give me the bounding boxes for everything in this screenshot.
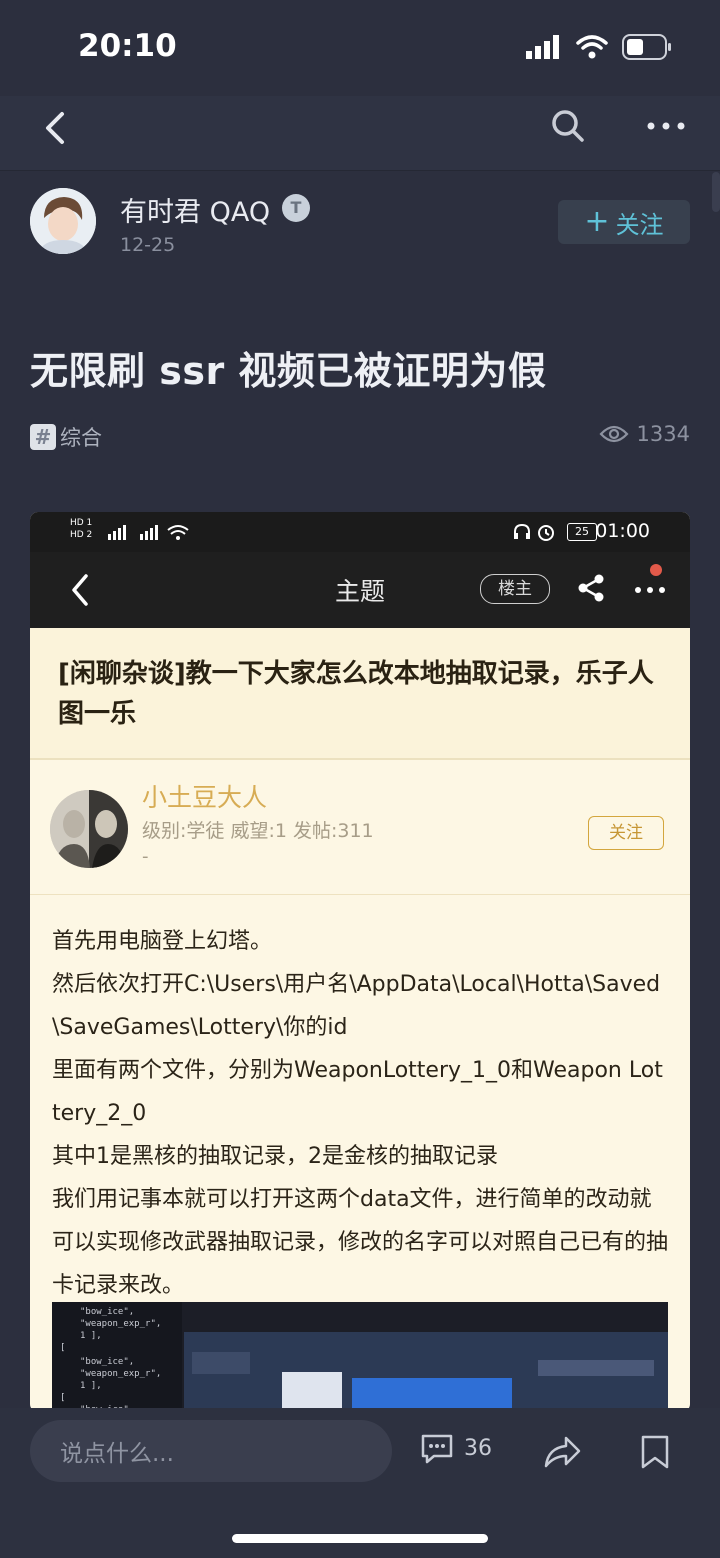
- svg-text:"weapon_exp_r",: "weapon_exp_r",: [80, 1369, 161, 1379]
- embed-body-line: 我们用记事本就可以打开这两个data文件，进行简单的改动就可以实现修改武器抽取记…: [52, 1187, 669, 1298]
- wifi-icon: [576, 35, 608, 59]
- embed-time: 01:00: [595, 520, 650, 542]
- search-icon[interactable]: [548, 106, 588, 146]
- embed-inner-screenshot: "bow_ice", "weapon_exp_r", 1 ], [ "bow_i…: [52, 1302, 668, 1412]
- embed-more-icon: [635, 587, 665, 593]
- back-icon[interactable]: [36, 108, 76, 148]
- embed-battery: 25: [567, 523, 597, 541]
- comment-count: 36: [464, 1435, 492, 1461]
- svg-text:"bow_ice",: "bow_ice",: [80, 1307, 134, 1317]
- hash-icon: #: [30, 424, 56, 450]
- embed-body-line: 其中1是黑核的抽取记录，2是金核的抽取记录: [52, 1144, 498, 1169]
- status-bar: 20:10: [0, 0, 720, 96]
- post-date: 12-25: [120, 234, 176, 256]
- status-time: 20:10: [78, 28, 177, 64]
- share-icon[interactable]: [542, 1434, 582, 1470]
- embed-hd-indicator: HD 1 HD 2: [70, 518, 93, 540]
- bookmark-icon[interactable]: [640, 1434, 670, 1470]
- view-count-value: 1334: [636, 422, 690, 446]
- embed-thread-title: [闲聊杂谈]教一下大家怎么改本地抽取记录，乐子人图一乐: [58, 659, 654, 729]
- author-name[interactable]: 有时君 QAQ: [120, 190, 270, 229]
- svg-text:"bow_ice",: "bow_ice",: [80, 1357, 134, 1367]
- embed-status-bar: HD 1 HD 2 25 01:00: [30, 512, 690, 552]
- author-level-badge: T: [282, 194, 310, 222]
- embed-follow-button: 关注: [588, 816, 664, 850]
- embed-user-row: 小土豆大人 级别:学徒 威望:1 发帖:311 - 关注: [30, 760, 690, 895]
- comment-icon: [421, 1434, 453, 1464]
- embed-username: 小土豆大人: [142, 783, 268, 812]
- svg-text:1 ],: 1 ],: [80, 1331, 102, 1341]
- embed-body-line: 首先用电脑登上幻塔。: [52, 929, 273, 954]
- embed-alarm-icon: [538, 525, 554, 541]
- svg-text:"weapon_exp_r",: "weapon_exp_r",: [80, 1319, 161, 1329]
- embed-share-icon: [578, 574, 604, 602]
- comment-input[interactable]: 说点什么...: [30, 1420, 392, 1482]
- embed-user-meta: 级别:学徒 威望:1 发帖:311: [142, 820, 374, 842]
- avatar-image: [30, 188, 96, 254]
- nav-bar: [0, 96, 720, 171]
- view-count: 1334: [599, 422, 690, 446]
- embed-headphone-icon: [514, 523, 530, 539]
- embed-avatar: [50, 790, 128, 868]
- embed-nav-bar: 主题 楼主: [30, 552, 690, 628]
- bottom-bar: 说点什么... 36: [0, 1408, 720, 1558]
- embed-signal-icon: [108, 525, 189, 540]
- comments-button[interactable]: 36: [420, 1432, 492, 1464]
- post-tag[interactable]: # 综合: [30, 422, 102, 452]
- comment-placeholder: 说点什么...: [60, 1441, 174, 1467]
- post-image[interactable]: HD 1 HD 2 25 01:00 主题 楼主 [闲聊杂谈]教一下大家怎么改本…: [30, 512, 690, 1412]
- embed-body: 首先用电脑登上幻塔。 然后依次打开C:\Users\用户名\AppData\Lo…: [52, 920, 668, 1307]
- post-title: 无限刷 ssr 视频已被证明为假: [30, 349, 547, 393]
- plus-icon: +: [584, 204, 610, 239]
- status-icons: [526, 34, 672, 60]
- avatar[interactable]: [30, 188, 96, 254]
- eye-icon: [599, 425, 629, 443]
- embed-user-dash: -: [142, 846, 149, 867]
- svg-text:[: [: [60, 1343, 65, 1353]
- signal-icon: [526, 35, 559, 59]
- tag-label: 综合: [60, 426, 102, 450]
- follow-button[interactable]: + 关注: [558, 200, 690, 244]
- author-row: 有时君 QAQ T 12-25 + 关注: [0, 184, 720, 274]
- embed-body-line: 然后依次打开C:\Users\用户名\AppData\Local\Hotta\S…: [52, 972, 661, 1040]
- embed-op-button: 楼主: [480, 574, 550, 604]
- home-indicator[interactable]: [232, 1534, 488, 1543]
- battery-icon: [622, 34, 671, 60]
- more-icon[interactable]: [644, 106, 688, 146]
- embed-notification-dot: [650, 564, 662, 576]
- svg-text:[: [: [60, 1393, 65, 1403]
- svg-text:1 ],: 1 ],: [80, 1381, 102, 1391]
- embed-thread-header: [闲聊杂谈]教一下大家怎么改本地抽取记录，乐子人图一乐: [30, 628, 690, 760]
- follow-label: 关注: [615, 210, 664, 239]
- embed-body-line: 里面有两个文件，分别为WeaponLottery_1_0和Weapon Lott…: [52, 1058, 663, 1126]
